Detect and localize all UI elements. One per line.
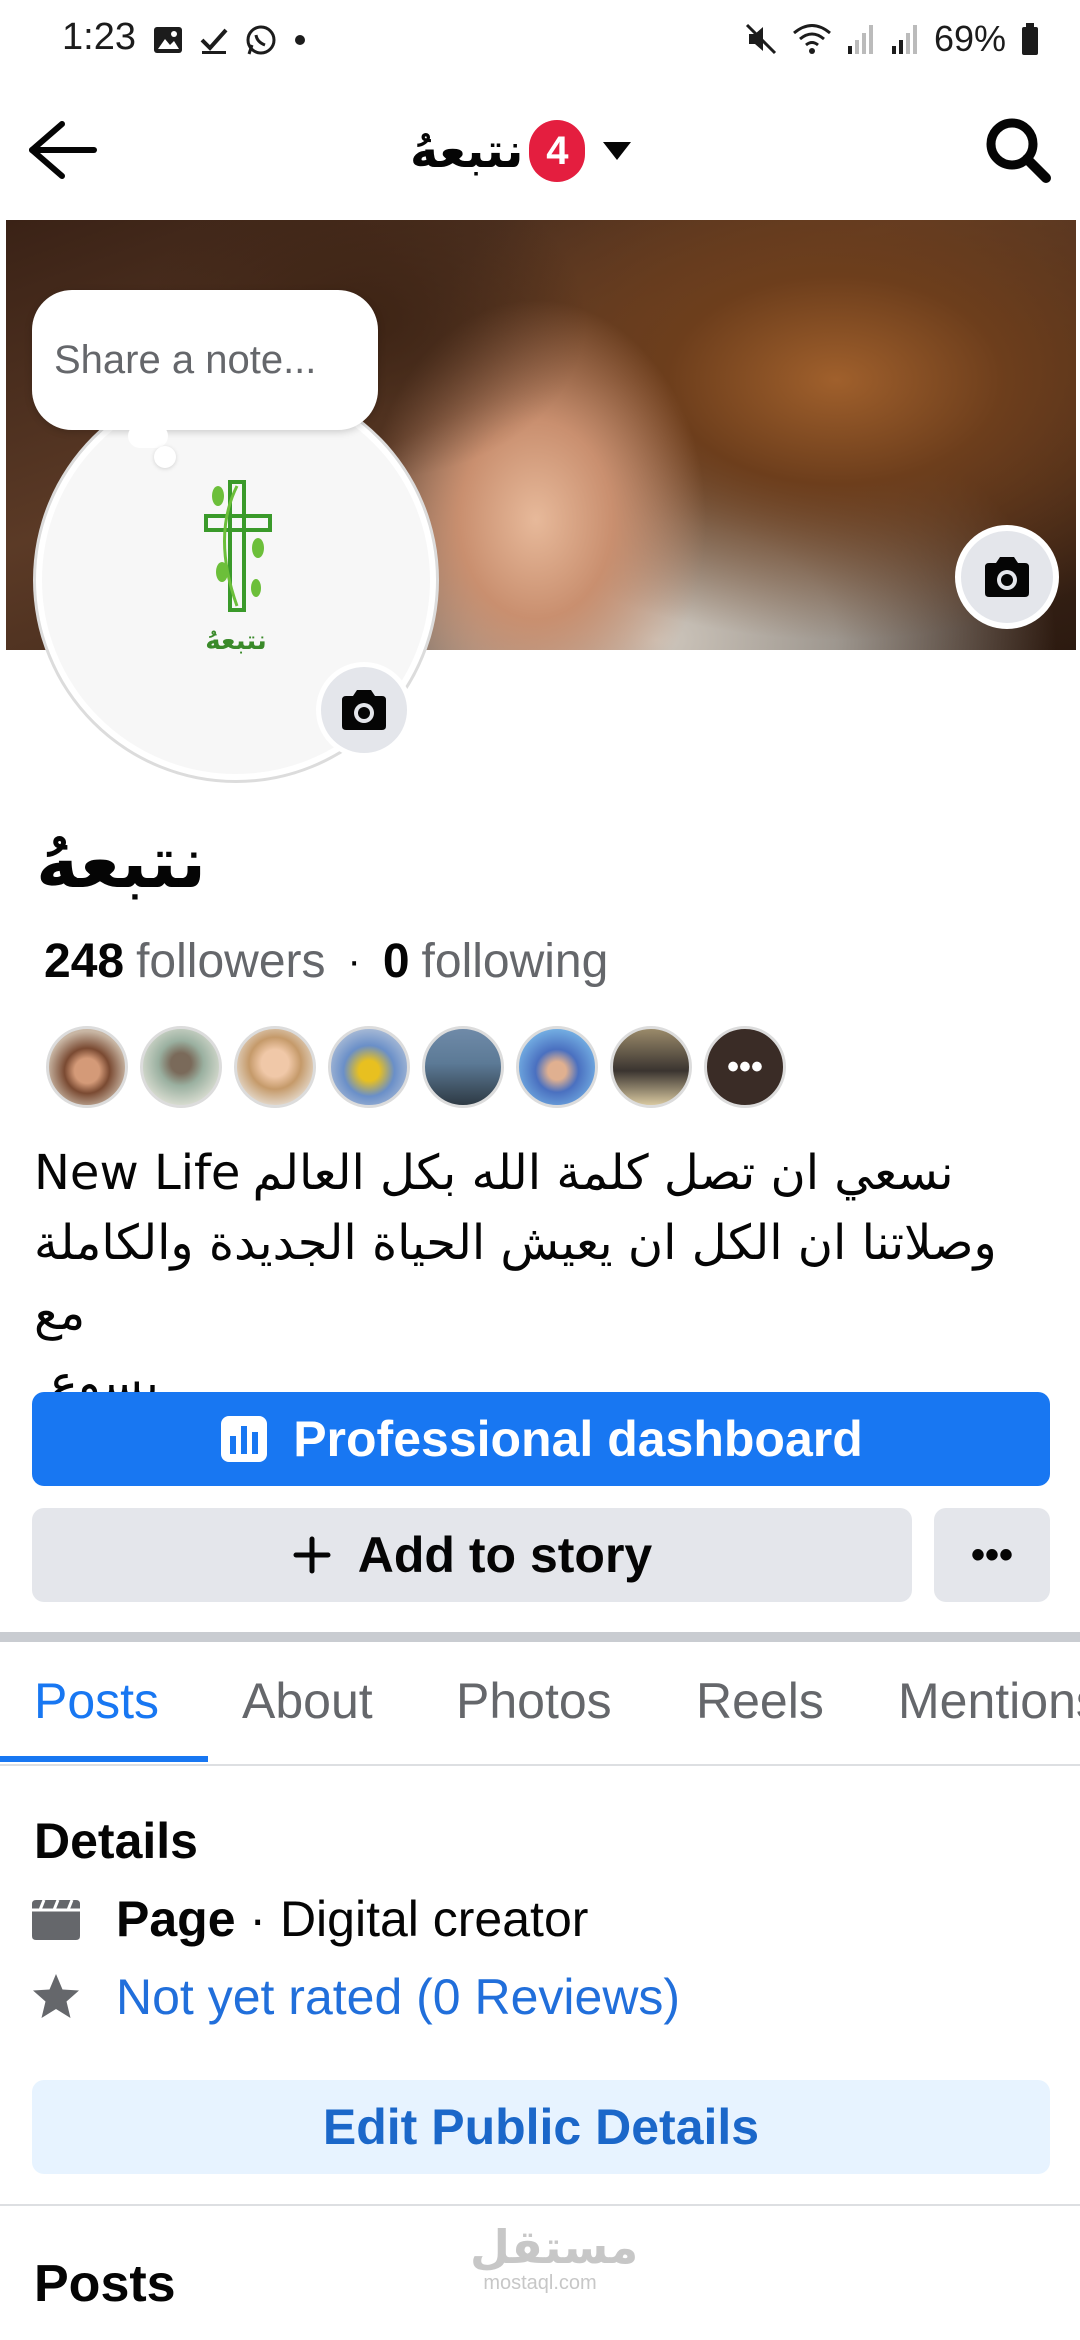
- status-bar: 1:23 69%: [0, 0, 1080, 80]
- more-followers-button[interactable]: •••: [704, 1026, 786, 1108]
- watermark-latin: mostaql.com: [483, 2272, 597, 2294]
- edit-public-details-button[interactable]: Edit Public Details: [32, 2080, 1050, 2174]
- tab-photos[interactable]: Photos: [456, 1672, 612, 1730]
- status-time: 1:23: [62, 16, 136, 58]
- follower-avatars: •••: [46, 1026, 786, 1108]
- add-to-story-label: Add to story: [357, 1527, 653, 1583]
- status-icons-right: 69%: [744, 18, 1040, 60]
- posts-heading: Posts: [34, 2255, 176, 2313]
- camera-icon: [342, 690, 386, 730]
- page-type-text: Page · Digital creator: [116, 1890, 588, 1948]
- followers-link[interactable]: 248 followers: [44, 934, 326, 989]
- follower-avatar[interactable]: [328, 1026, 410, 1108]
- status-icons-left: [152, 22, 308, 58]
- details-divider: [0, 2204, 1080, 2206]
- follower-avatar[interactable]: [422, 1026, 504, 1108]
- following-count: 0: [382, 935, 410, 988]
- signal-icon: [847, 25, 873, 54]
- share-note-bubble[interactable]: Share a note...: [32, 290, 378, 430]
- profile-name: نتبعهُ: [36, 820, 207, 904]
- professional-dashboard-label: Professional dashboard: [293, 1411, 863, 1467]
- followers-count: 248: [44, 935, 125, 988]
- tab-posts[interactable]: Posts: [34, 1672, 159, 1730]
- wifi-icon: [792, 24, 831, 54]
- note-bubble-tail: [128, 424, 168, 448]
- note-bubble-tail-dot: [154, 446, 176, 468]
- follower-avatar[interactable]: [46, 1026, 128, 1108]
- details-heading: Details: [34, 1813, 198, 1869]
- page-switcher[interactable]: نتبعهُ 4: [410, 116, 633, 186]
- follower-avatar[interactable]: [234, 1026, 316, 1108]
- signal-icon: [891, 25, 917, 54]
- dot-icon: [295, 35, 305, 45]
- tabs-divider: [0, 1764, 1080, 1766]
- search-icon: [986, 118, 1051, 183]
- back-arrow-icon: [29, 121, 97, 179]
- page-title: نتبعهُ: [410, 123, 524, 179]
- dashboard-chart-icon: [221, 1416, 268, 1462]
- tab-reels[interactable]: Reels: [696, 1672, 824, 1730]
- follower-avatar[interactable]: [516, 1026, 598, 1108]
- active-tab-indicator: [0, 1756, 208, 1762]
- tab-mentions[interactable]: Mentions: [898, 1672, 1080, 1730]
- caret-down-icon: [603, 142, 632, 160]
- bio-line-1-arabic: نسعي ان تصل كلمة الله بكل العالم: [252, 1145, 954, 1201]
- edit-avatar-button[interactable]: [316, 662, 412, 758]
- search-button[interactable]: [978, 110, 1058, 190]
- avatar-logo-text: نتبعهُ: [205, 626, 267, 656]
- bio-line-2: وصلاتنا ان الكل ان يعيش الحياة الجديدة و…: [34, 1215, 997, 1341]
- plus-icon: [293, 1536, 331, 1574]
- following-label: following: [421, 935, 609, 988]
- profile-tabs: Posts About Photos Reels Mentions: [0, 1650, 1080, 1764]
- reviews-link[interactable]: Not yet rated (0 Reviews): [116, 1968, 680, 2026]
- follow-stats: 248 followers · 0 following: [44, 934, 608, 989]
- followers-label: followers: [136, 935, 326, 988]
- bio-line-1-latin: New Life: [34, 1145, 241, 1201]
- star-icon: [33, 1974, 79, 2018]
- stats-separator: ·: [347, 939, 361, 983]
- battery-percent: 69%: [933, 18, 1006, 59]
- mute-icon: [745, 23, 776, 55]
- page-type-row: Page · Digital creator: [30, 1890, 588, 1948]
- follower-avatar[interactable]: [610, 1026, 692, 1108]
- bio-line-1: New Life نسعي ان تصل كلمة الله بكل العال…: [34, 1138, 1054, 1208]
- more-options-button[interactable]: •••: [934, 1508, 1050, 1602]
- add-to-story-button[interactable]: Add to story: [32, 1508, 912, 1602]
- back-button[interactable]: [22, 110, 102, 190]
- tab-about[interactable]: About: [242, 1672, 373, 1730]
- professional-dashboard-button[interactable]: Professional dashboard: [32, 1392, 1050, 1486]
- battery-icon: [1022, 23, 1038, 55]
- gallery-icon: [154, 27, 182, 53]
- rating-row: Not yet rated (0 Reviews): [30, 1968, 680, 2026]
- following-link[interactable]: 0 following: [383, 934, 608, 989]
- checkmark-icon: [200, 28, 228, 54]
- camera-icon: [985, 557, 1029, 597]
- edit-cover-button[interactable]: [955, 525, 1059, 629]
- page-type-bold: Page: [116, 1891, 236, 1947]
- watermark: مستقل mostaql.com: [470, 2220, 639, 2295]
- profile-bio: New Life نسعي ان تصل كلمة الله بكل العال…: [34, 1138, 1054, 1418]
- top-nav: نتبعهُ 4: [0, 90, 1080, 210]
- section-divider: [0, 1632, 1080, 1642]
- cross-logo-icon: [204, 480, 272, 612]
- whatsapp-icon: [246, 25, 276, 55]
- watermark-arabic: مستقل: [470, 2220, 639, 2274]
- clapperboard-icon: [32, 1899, 80, 1940]
- page-type-rest: · Digital creator: [235, 1891, 589, 1947]
- notification-badge: 4: [529, 120, 586, 182]
- follower-avatar[interactable]: [140, 1026, 222, 1108]
